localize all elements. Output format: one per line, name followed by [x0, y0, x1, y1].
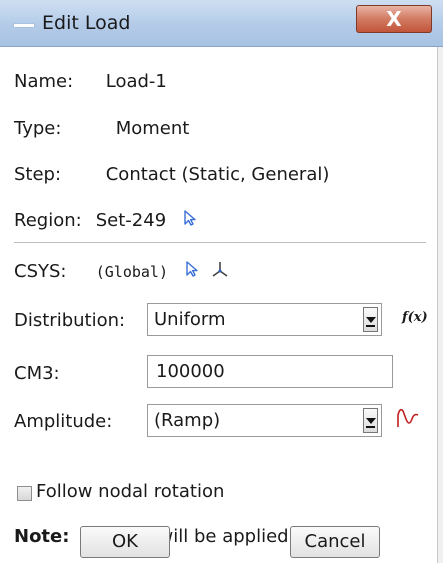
- distribution-select[interactable]: Uniform: [147, 303, 382, 336]
- name-value: Load-1: [105, 71, 167, 92]
- title-bar: Edit Load X: [0, 0, 443, 47]
- window-title: Edit Load: [42, 12, 131, 34]
- step-row: Step: Contact (Static, General): [14, 164, 329, 185]
- name-label: Name:: [14, 71, 74, 92]
- cm3-input[interactable]: 100000: [147, 355, 393, 388]
- chevron-down-icon[interactable]: [363, 307, 378, 332]
- cm3-row: CM3:: [14, 363, 60, 384]
- amplitude-curve-icon[interactable]: [394, 405, 424, 435]
- csys-axes-icon[interactable]: [211, 260, 229, 283]
- type-label: Type:: [14, 118, 62, 139]
- amplitude-row: Amplitude:: [14, 411, 112, 432]
- region-row: Region: Set-249: [14, 209, 198, 232]
- close-button[interactable]: X: [356, 5, 432, 33]
- type-value: Moment: [115, 118, 190, 139]
- step-label: Step:: [14, 164, 62, 185]
- edit-load-dialog: Edit Load X Name: Load-1 Type: Moment St…: [0, 0, 443, 563]
- csys-value: (Global): [95, 262, 168, 281]
- cancel-button[interactable]: Cancel: [290, 526, 380, 558]
- csys-label: CSYS:: [14, 260, 67, 282]
- follow-nodal-rotation-label[interactable]: Follow nodal rotation: [36, 481, 224, 502]
- distribution-label: Distribution:: [14, 310, 126, 331]
- amplitude-selected-value: (Ramp): [154, 410, 221, 431]
- follow-nodal-rotation-checkbox[interactable]: [17, 486, 32, 501]
- step-value: Contact (Static, General): [105, 164, 330, 185]
- note-prefix: Note:: [14, 526, 70, 547]
- chevron-down-icon[interactable]: [363, 408, 378, 433]
- region-label: Region:: [14, 209, 82, 231]
- csys-row: CSYS: (Global): [14, 260, 229, 283]
- region-value: Set-249: [95, 209, 167, 231]
- distribution-row: Distribution:: [14, 310, 125, 331]
- amplitude-label: Amplitude:: [14, 411, 113, 432]
- region-select-cursor-icon[interactable]: [182, 209, 198, 232]
- amplitude-select[interactable]: (Ramp): [147, 404, 382, 437]
- separator: [14, 242, 426, 244]
- name-row: Name: Load-1: [14, 71, 167, 92]
- type-row: Type: Moment: [14, 118, 189, 139]
- csys-select-cursor-icon[interactable]: [184, 260, 200, 283]
- function-fx-icon[interactable]: f(x): [402, 310, 428, 325]
- dialog-body: Name: Load-1 Type: Moment Step: Contact …: [0, 47, 438, 563]
- window-menu-icon[interactable]: [14, 15, 34, 35]
- ok-button[interactable]: OK: [80, 526, 170, 558]
- cm3-label: CM3:: [14, 363, 60, 384]
- distribution-selected-value: Uniform: [154, 309, 226, 330]
